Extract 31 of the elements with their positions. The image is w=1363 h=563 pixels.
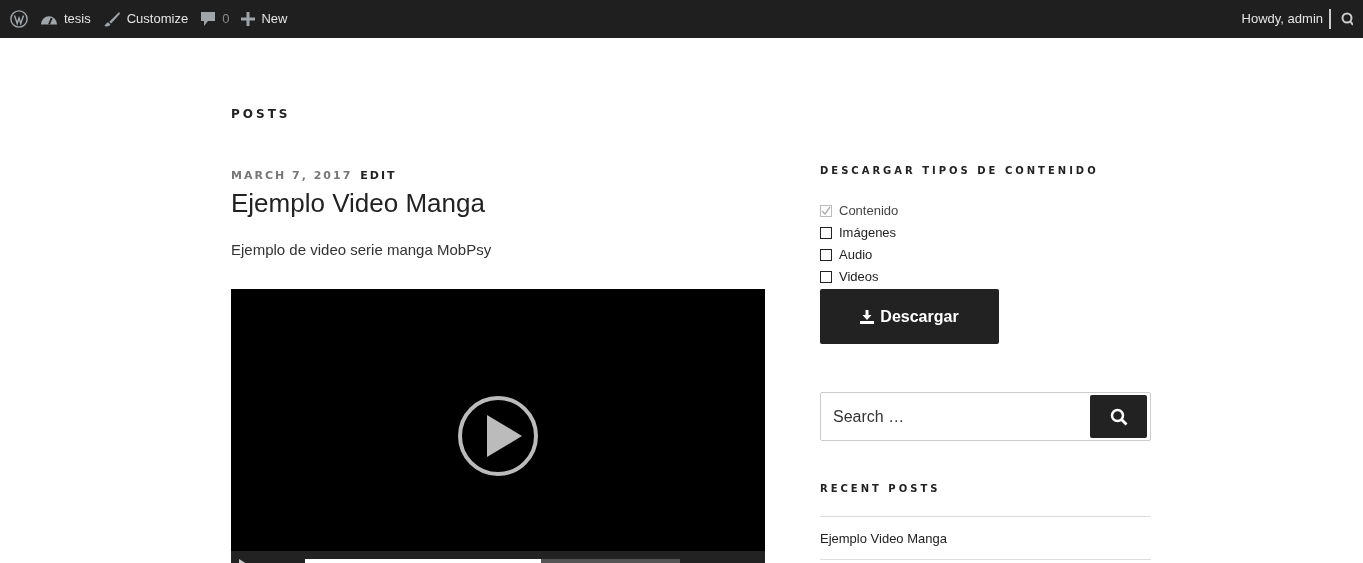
admin-bar-link[interactable]: tesis: [40, 9, 91, 29]
search-icon: [1109, 407, 1128, 426]
widget-title: RECENT POSTS: [820, 482, 942, 496]
checkbox[interactable]: [820, 249, 832, 261]
account-link[interactable]: Howdy, admin: [1241, 9, 1331, 29]
search-form[interactable]: Search …: [820, 392, 1151, 441]
download-icon: [860, 309, 875, 324]
play-icon[interactable]: [457, 395, 539, 477]
post-date: MARCH 7, 2017: [231, 168, 353, 184]
page-heading: POSTS: [231, 106, 292, 123]
post-excerpt: Ejemplo de video serie manga MobPsy: [231, 239, 493, 260]
admin-bar-link[interactable]: New: [241, 9, 288, 29]
wordpress-logo-icon[interactable]: [10, 10, 28, 28]
recent-post-link[interactable]: Ejemplo Video Manga: [820, 531, 947, 546]
admin-bar-link[interactable]: Customize: [102, 9, 189, 29]
admin-bar-link[interactable]: 0: [200, 9, 230, 29]
checkbox-option[interactable]: Imágenes: [820, 222, 1151, 244]
checkbox-option[interactable]: Videos: [820, 266, 1151, 288]
search-field[interactable]: Search …: [833, 404, 1033, 429]
brush-icon: [102, 11, 121, 27]
checkbox[interactable]: [820, 227, 832, 239]
edit-link[interactable]: EDIT: [360, 168, 397, 185]
plus-icon: [241, 12, 256, 26]
search-icon[interactable]: [1341, 12, 1353, 26]
comment-icon: [200, 11, 217, 27]
search-button[interactable]: [1090, 395, 1147, 438]
download-button[interactable]: Descargar: [820, 289, 999, 344]
post-title[interactable]: Ejemplo Video Manga: [231, 186, 765, 219]
widget-title: DESCARGAR TIPOS DE CONTENIDO: [820, 164, 1100, 178]
checkbox[interactable]: [820, 271, 832, 283]
checkbox-option[interactable]: Audio: [820, 244, 1151, 266]
